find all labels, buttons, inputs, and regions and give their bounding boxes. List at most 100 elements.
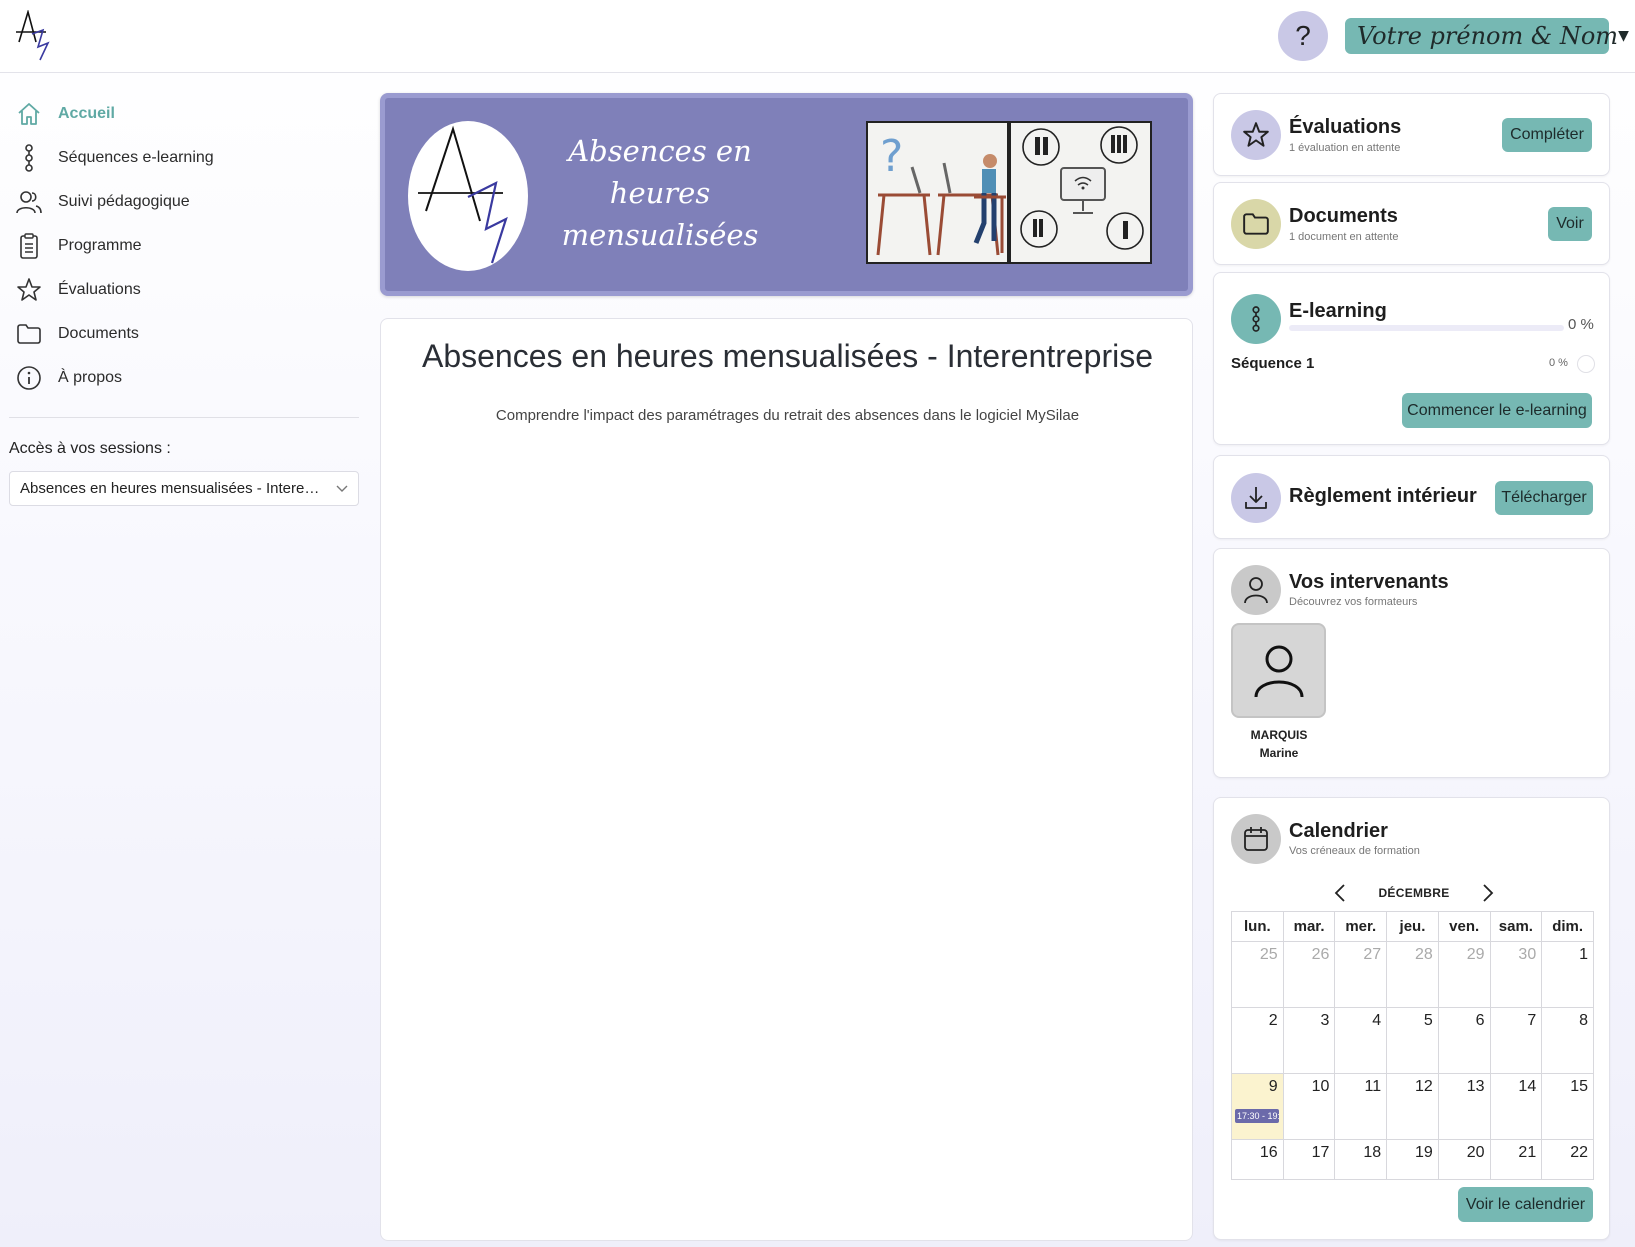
evaluations-title: Évaluations xyxy=(1289,116,1402,138)
calendar-day-cell[interactable]: 11 xyxy=(1334,1073,1388,1140)
calendar-day-number: 4 xyxy=(1372,1012,1382,1029)
sidebar-item-evaluations[interactable]: Évaluations xyxy=(14,272,141,308)
calendar-day-cell[interactable]: 3 xyxy=(1282,1007,1336,1074)
calendar-day-cell[interactable]: 5 xyxy=(1386,1007,1439,1074)
complete-evaluation-button[interactable]: Compléter xyxy=(1502,118,1592,152)
calendar-day-cell[interactable]: 18 xyxy=(1334,1139,1388,1180)
intervenants-subtitle: Découvrez vos formateurs xyxy=(1289,596,1418,608)
calendar-day-cell[interactable]: 10 xyxy=(1282,1073,1336,1140)
calendar-day-number: 21 xyxy=(1518,1144,1537,1161)
calendar-day-cell[interactable]: 16 xyxy=(1231,1139,1284,1180)
calendar-day-number: 17 xyxy=(1311,1144,1330,1161)
user-name: Votre prénom & Nom xyxy=(1357,22,1619,50)
sequence-label: Séquence 1 xyxy=(1231,355,1315,372)
elearning-title: E-learning xyxy=(1289,300,1387,322)
calendar-event[interactable]: 17:30 - 19: xyxy=(1235,1109,1279,1123)
reglement-card: Règlement intérieur Télécharger xyxy=(1213,455,1610,539)
sidebar-item-label: À propos xyxy=(58,369,123,386)
calendar-day-number: 16 xyxy=(1259,1144,1278,1161)
calendar-month: DÉCEMBRE xyxy=(1378,886,1450,900)
calendar-weekday: dim. xyxy=(1541,911,1594,942)
trainer-avatar[interactable] xyxy=(1231,623,1326,718)
banner-illustration-network xyxy=(1009,121,1152,264)
calendar-day-number: 25 xyxy=(1259,946,1278,963)
calendar-weekday: jeu. xyxy=(1386,911,1439,942)
calendar-weekday: lun. xyxy=(1231,911,1284,942)
help-icon: ? xyxy=(1295,20,1311,51)
start-elearning-button[interactable]: Commencer le e-learning xyxy=(1402,393,1592,428)
sidebar-item-label: Séquences e-learning xyxy=(58,149,214,166)
calendar-weekday: mer. xyxy=(1334,911,1388,942)
calendar-weekday: mar. xyxy=(1282,911,1336,942)
sidebar-item-label: Programme xyxy=(58,237,142,254)
calendar-day-cell[interactable]: 12 xyxy=(1386,1073,1439,1140)
user-menu-button[interactable]: Votre prénom & Nom ▼ xyxy=(1345,18,1629,54)
info-icon xyxy=(14,363,44,393)
calendar-day-number: 27 xyxy=(1363,946,1382,963)
documents-card: Documents 1 document en attente Voir xyxy=(1213,182,1610,265)
sidebar-item-apropos[interactable]: À propos xyxy=(14,360,122,396)
trainer-firstname: Marine xyxy=(1259,746,1299,760)
calendar-day-cell[interactable]: 26 xyxy=(1282,941,1336,1008)
sidebar-item-sequences[interactable]: Séquences e-learning xyxy=(14,140,214,176)
banner-title-line: Absences en xyxy=(568,134,752,168)
calendar-grid: lun. mar. mer. jeu. ven. sam. dim. 25 26 27 28 29 3… xyxy=(1231,911,1594,1180)
calendar-day-cell[interactable]: 2 xyxy=(1231,1007,1284,1074)
calendar-weekday: ven. xyxy=(1437,911,1491,942)
calendar-day-cell[interactable]: 1 xyxy=(1541,941,1594,1008)
calendar-day-number: 15 xyxy=(1570,1078,1588,1095)
sidebar-item-documents[interactable]: Documents xyxy=(14,316,139,352)
calendar-day-number: 12 xyxy=(1415,1078,1433,1095)
calendar-day-cell[interactable]: 21 xyxy=(1489,1139,1543,1180)
calendar-icon xyxy=(1231,814,1281,864)
sidebar-item-suivi[interactable]: Suivi pédagogique xyxy=(14,184,190,220)
calendar-day-number: 26 xyxy=(1311,946,1330,963)
view-documents-button[interactable]: Voir xyxy=(1548,207,1592,241)
calendar-day-cell[interactable]: 14 xyxy=(1489,1073,1543,1140)
banner-illustration-office: ? xyxy=(866,121,1009,264)
download-reglement-button[interactable]: Télécharger xyxy=(1495,481,1593,515)
calendar-day-cell[interactable]: 9 17:30 - 19: xyxy=(1231,1073,1284,1140)
sidebar-item-label: Accueil xyxy=(58,105,115,122)
evaluations-card: Évaluations 1 évaluation en attente Comp… xyxy=(1213,93,1610,176)
calendar-day-cell[interactable]: 28 xyxy=(1386,941,1439,1008)
help-button[interactable]: ? xyxy=(1278,11,1328,61)
calendar-day-cell[interactable]: 17 xyxy=(1282,1139,1336,1180)
sidebar-item-accueil[interactable]: Accueil xyxy=(14,96,115,132)
calendar-day-cell[interactable]: 19 xyxy=(1386,1139,1439,1180)
users-icon xyxy=(14,187,44,217)
calendar-week-row: 9 17:30 - 19: 10 11 12 13 14 15 xyxy=(1231,1073,1594,1140)
calendar-week-row: 16 17 18 19 20 21 22 xyxy=(1231,1139,1594,1180)
calendar-day-number: 1 xyxy=(1579,946,1588,963)
sessions-select[interactable]: Absences en heures mensualisées - Intere… xyxy=(9,471,359,506)
calendar-day-cell[interactable]: 15 xyxy=(1541,1073,1594,1140)
calendar-day-cell[interactable]: 27 xyxy=(1334,941,1388,1008)
calendar-day-cell[interactable]: 13 xyxy=(1437,1073,1491,1140)
calendar-week-row: 2 3 4 5 6 7 8 xyxy=(1231,1007,1594,1074)
calendar-day-number: 7 xyxy=(1527,1012,1537,1029)
calendar-day-number: 6 xyxy=(1475,1012,1485,1029)
documents-subtitle: 1 document en attente xyxy=(1289,231,1399,243)
app-logo[interactable] xyxy=(16,9,54,62)
elearning-progress-label: 0 % xyxy=(1568,316,1594,333)
calendar-day-cell[interactable]: 20 xyxy=(1437,1139,1491,1180)
calendar-day-number: 5 xyxy=(1423,1012,1433,1029)
calendar-day-cell[interactable]: 8 xyxy=(1541,1007,1594,1074)
star-icon xyxy=(14,275,44,305)
sidebar-item-programme[interactable]: Programme xyxy=(14,228,142,264)
caret-down-icon: ▼ xyxy=(1618,28,1629,44)
calendar-day-cell[interactable]: 29 xyxy=(1437,941,1491,1008)
chevron-right-icon[interactable] xyxy=(1482,884,1494,902)
star-icon xyxy=(1231,110,1281,160)
calendar-day-cell[interactable]: 4 xyxy=(1334,1007,1388,1074)
session-banner: Absences en heures mensualisées ? xyxy=(380,93,1193,296)
chevron-left-icon[interactable] xyxy=(1334,884,1346,902)
calendar-day-cell[interactable]: 30 xyxy=(1489,941,1543,1008)
calendar-day-cell[interactable]: 6 xyxy=(1437,1007,1491,1074)
calendar-day-cell[interactable]: 22 xyxy=(1541,1139,1594,1180)
view-calendar-button[interactable]: Voir le calendrier xyxy=(1458,1187,1593,1222)
calendar-day-number: 9 xyxy=(1268,1078,1278,1095)
calendar-day-cell[interactable]: 25 xyxy=(1231,941,1284,1008)
calendar-day-cell[interactable]: 7 xyxy=(1489,1007,1543,1074)
folder-icon xyxy=(14,319,44,349)
